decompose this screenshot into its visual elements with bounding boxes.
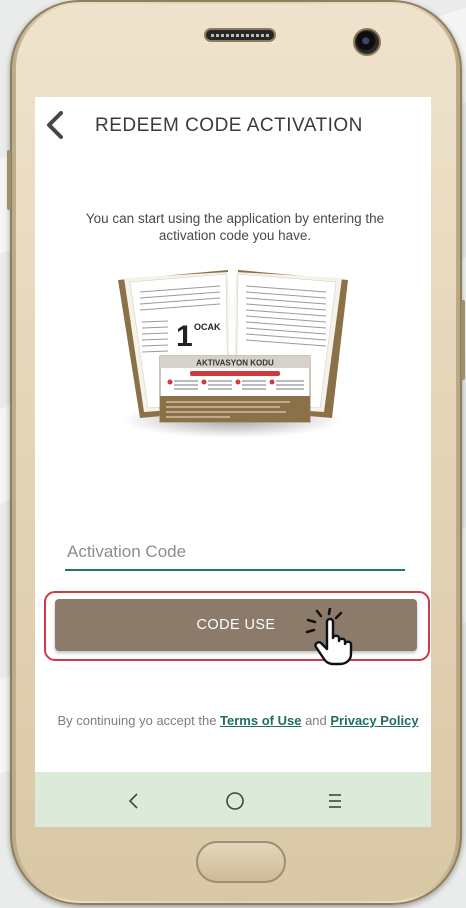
volume-button	[7, 150, 11, 210]
front-camera	[353, 28, 381, 56]
legal-and: and	[301, 713, 331, 728]
terms-of-use-link[interactable]: Terms of Use	[220, 713, 301, 728]
nav-home-icon[interactable]	[220, 786, 250, 816]
legal-text: By continuing yo accept the Terms of Use…	[49, 713, 427, 728]
legal-prefix: By continuing yo accept the	[57, 713, 221, 728]
calendar-day: 1	[176, 320, 193, 353]
nav-back-icon[interactable]	[119, 786, 149, 816]
hand-pointer-icon	[305, 608, 353, 666]
intro-text: You can start using the application by e…	[85, 211, 385, 243]
earpiece-speaker	[204, 28, 276, 42]
page-title: REDEEM CODE ACTIVATION	[95, 115, 363, 136]
book-activation-illustration: 1 OCAK AKTIVASYON KODU	[118, 270, 348, 438]
nav-menu-icon[interactable]	[320, 786, 350, 816]
home-button[interactable]	[196, 841, 286, 883]
android-nav-bar	[35, 772, 431, 827]
calendar-month: OCAK	[194, 322, 221, 332]
power-button	[461, 300, 465, 380]
back-arrow-icon[interactable]	[41, 107, 71, 143]
app-screen: REDEEM CODE ACTIVATION You can start usi…	[35, 97, 431, 827]
card-title: AKTIVASYON KODU	[196, 359, 274, 368]
privacy-policy-link[interactable]: Privacy Policy	[330, 713, 418, 728]
activation-code-input[interactable]	[65, 535, 405, 569]
activation-code-field[interactable]	[65, 535, 405, 571]
